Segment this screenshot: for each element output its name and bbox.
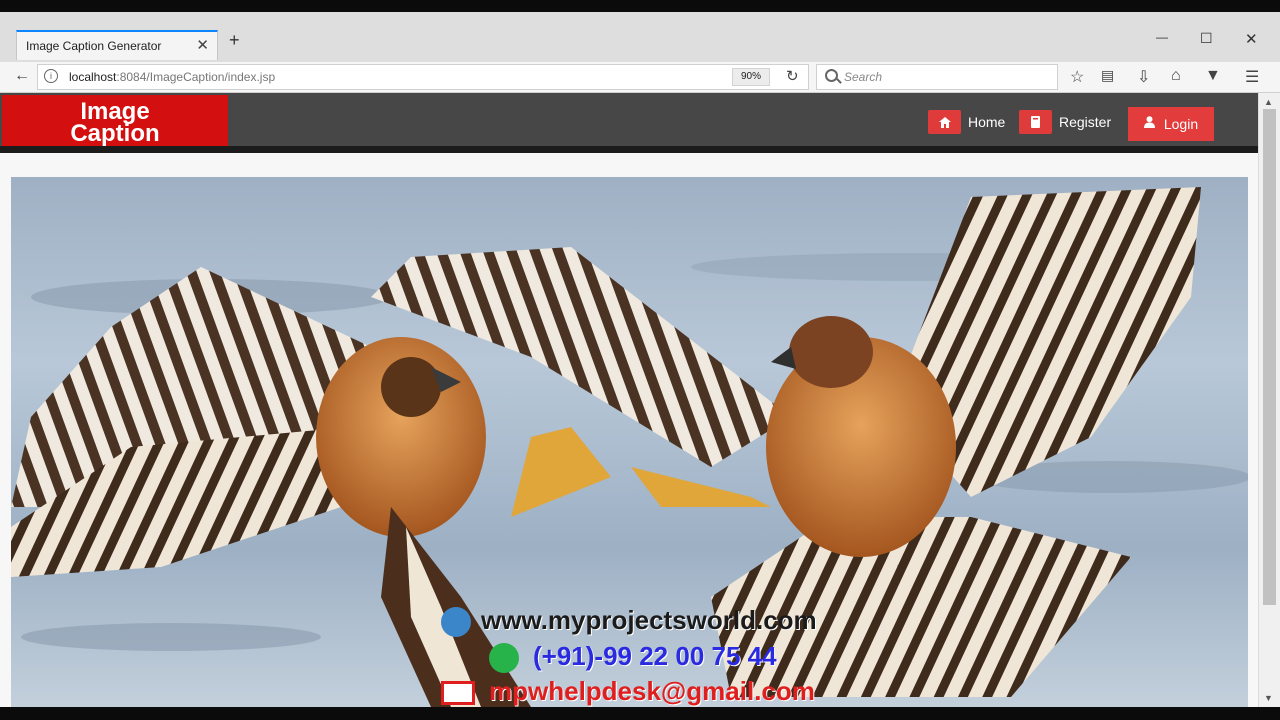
logo-line2: Caption	[70, 120, 160, 147]
globe-icon	[441, 607, 471, 638]
nav-register-label: Register	[1059, 114, 1112, 130]
browser-navbar: ← i localhost:8084/ImageCaption/index.js…	[0, 62, 1280, 93]
bookmark-star-icon[interactable]: ☆	[1070, 67, 1084, 87]
url-path: :8084/ImageCaption/index.jsp	[116, 70, 276, 84]
whatsapp-icon	[489, 643, 519, 674]
watermark-site-text: www.myprojectsworld.com	[481, 605, 817, 635]
browser-tab[interactable]: Image Caption Generator ✕	[16, 30, 218, 60]
download-icon[interactable]: ⇩	[1137, 67, 1150, 87]
hero-image: www.myprojectsworld.com (+91)-99 22 00 7…	[11, 177, 1248, 707]
site-header: Image Caption Home Register Login	[0, 93, 1258, 153]
search-icon	[825, 69, 838, 82]
tab-title: Image Caption Generator	[26, 39, 162, 53]
page-scrollbar[interactable]: ▲ ▼	[1258, 93, 1280, 707]
close-window-icon[interactable]: ✕	[1245, 30, 1258, 48]
watermark-email-text: mpwhelpdesk@gmail.com	[489, 676, 815, 706]
maximize-icon[interactable]: ☐	[1200, 30, 1213, 47]
scrollbar-thumb[interactable]	[1263, 109, 1276, 605]
tab-close-icon[interactable]: ✕	[196, 36, 209, 54]
web-page: Image Caption Home Register Login www.my…	[0, 93, 1258, 707]
new-tab-button[interactable]: +	[229, 30, 240, 51]
watermark-email: mpwhelpdesk@gmail.com	[441, 676, 815, 707]
url-bar[interactable]: i localhost:8084/ImageCaption/index.jsp …	[37, 64, 809, 90]
nav-home[interactable]: Home	[928, 107, 1005, 137]
minimize-icon[interactable]: —	[1156, 30, 1168, 44]
book-icon	[1019, 110, 1052, 134]
search-bar[interactable]: Search	[816, 64, 1058, 90]
back-icon[interactable]: ←	[14, 67, 30, 85]
nav-login-label: Login	[1163, 116, 1199, 132]
nav-register[interactable]: Register	[1019, 107, 1111, 137]
browser-titlebar: Image Caption Generator ✕ + — ☐ ✕	[0, 12, 1280, 62]
user-icon	[1143, 115, 1155, 133]
reload-icon[interactable]: ↻	[786, 67, 799, 85]
pocket-icon[interactable]: ▼	[1205, 67, 1221, 85]
watermark-phone: (+91)-99 22 00 75 44	[489, 641, 777, 674]
menu-icon[interactable]: ☰	[1245, 67, 1259, 87]
scroll-down-icon[interactable]: ▼	[1264, 693, 1273, 703]
zoom-indicator[interactable]: 90%	[732, 68, 770, 86]
url-host: localhost	[69, 70, 117, 84]
reading-list-icon[interactable]: ▤	[1101, 67, 1114, 84]
search-placeholder: Search	[844, 70, 883, 84]
site-logo[interactable]: Image Caption	[2, 95, 228, 146]
scroll-up-icon[interactable]: ▲	[1264, 97, 1273, 107]
watermark-phone-text: (+91)-99 22 00 75 44	[533, 641, 777, 671]
mail-icon	[441, 681, 475, 706]
nav-home-label: Home	[968, 114, 1006, 130]
nav-login[interactable]: Login	[1128, 107, 1214, 141]
header-divider	[0, 146, 1258, 153]
info-icon[interactable]: i	[44, 69, 58, 83]
home-icon[interactable]: ⌂	[1171, 67, 1181, 85]
url-text[interactable]: localhost:8084/ImageCaption/index.jsp	[69, 70, 275, 84]
home-icon	[928, 110, 961, 134]
watermark-site: www.myprojectsworld.com	[441, 605, 817, 638]
